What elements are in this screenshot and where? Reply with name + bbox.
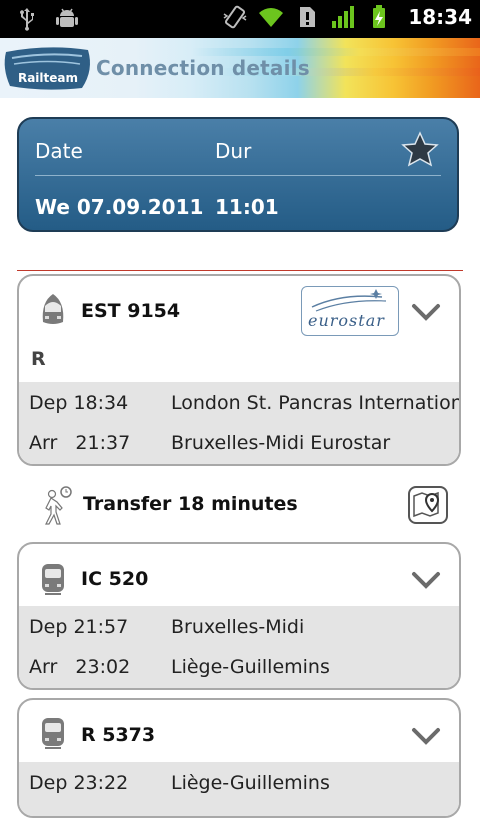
sim-alert-icon bbox=[300, 7, 316, 27]
departure-row: Dep 23:22 Liège-Guillemins bbox=[29, 772, 330, 794]
chevron-down-icon[interactable] bbox=[411, 570, 441, 590]
connection-summary: Date Dur We 07.09.2011 11:01 bbox=[17, 117, 459, 232]
dep-label: Dep bbox=[29, 772, 68, 794]
battery-charging-icon bbox=[373, 5, 386, 28]
date-label: Date bbox=[35, 139, 83, 163]
svg-text:Railteam: Railteam bbox=[18, 71, 78, 85]
leg-card[interactable]: EST 9154 eurostar R Dep 18:34 London St.… bbox=[17, 274, 461, 466]
train-number: R 5373 bbox=[81, 724, 156, 746]
arr-label: Arr bbox=[29, 656, 58, 678]
map-button[interactable] bbox=[408, 486, 448, 524]
dep-station: Bruxelles-Midi bbox=[171, 616, 305, 638]
leg-card[interactable]: R 5373 Dep 23:22 Liège-Guillemins bbox=[17, 698, 461, 818]
vibrate-icon bbox=[223, 5, 247, 29]
dep-label: Dep bbox=[29, 616, 68, 638]
chevron-down-icon[interactable] bbox=[411, 726, 441, 746]
arr-station: Liège-Guillemins bbox=[171, 656, 330, 678]
departure-row: Dep 21:57 Bruxelles-Midi bbox=[29, 616, 304, 638]
arr-station: Bruxelles-Midi Eurostar bbox=[171, 432, 391, 454]
dep-label: Dep bbox=[29, 392, 68, 414]
dep-station: London St. Pancras International bbox=[171, 392, 461, 414]
walking-person-icon bbox=[45, 486, 72, 525]
usb-icon bbox=[20, 8, 34, 31]
dep-station: Liège-Guillemins bbox=[171, 772, 330, 794]
map-pin-icon bbox=[413, 491, 440, 518]
train-number: EST 9154 bbox=[81, 300, 181, 322]
arrival-row: Arr 23:02 Liège-Guillemins bbox=[29, 656, 330, 678]
transfer-row: Transfer 18 minutes bbox=[0, 478, 480, 534]
dep-time: 18:34 bbox=[73, 392, 129, 414]
arr-time: 23:02 bbox=[75, 656, 131, 678]
date-value: We 07.09.2011 bbox=[35, 195, 204, 219]
status-bar: 18:34 bbox=[0, 0, 480, 38]
signal-icon bbox=[332, 6, 355, 28]
railteam-logo: Railteam bbox=[4, 47, 91, 90]
arr-time: 21:37 bbox=[75, 432, 131, 454]
reservation-tag: R bbox=[31, 348, 46, 370]
high-speed-train-icon bbox=[42, 294, 64, 324]
leg-card[interactable]: IC 520 Dep 21:57 Bruxelles-Midi Arr 23:0… bbox=[17, 542, 461, 690]
android-debug-icon bbox=[56, 8, 78, 27]
chevron-down-icon[interactable] bbox=[411, 302, 441, 322]
departure-row: Dep 18:34 London St. Pancras Internation… bbox=[29, 392, 459, 414]
arrival-row: Arr 21:37 Bruxelles-Midi Eurostar bbox=[29, 432, 390, 454]
train-icon bbox=[42, 564, 64, 595]
duration-value: 11:01 bbox=[215, 195, 279, 219]
train-number: IC 520 bbox=[81, 568, 149, 590]
wifi-icon bbox=[259, 8, 284, 28]
clock: 18:34 bbox=[408, 5, 472, 29]
dep-time: 21:57 bbox=[73, 616, 129, 638]
app-header: Railteam Connection details bbox=[0, 38, 480, 98]
favorite-star-icon[interactable] bbox=[401, 131, 439, 169]
transfer-text: Transfer 18 minutes bbox=[83, 493, 298, 515]
duration-label: Dur bbox=[215, 139, 252, 163]
arr-label: Arr bbox=[29, 432, 58, 454]
eurostar-logo-text: eurostar bbox=[308, 311, 385, 330]
panel-divider bbox=[35, 175, 441, 176]
page-title: Connection details bbox=[96, 56, 310, 80]
train-icon bbox=[42, 718, 64, 749]
dep-time: 23:22 bbox=[73, 772, 129, 794]
eurostar-logo: eurostar bbox=[301, 286, 399, 336]
section-divider bbox=[17, 270, 463, 271]
